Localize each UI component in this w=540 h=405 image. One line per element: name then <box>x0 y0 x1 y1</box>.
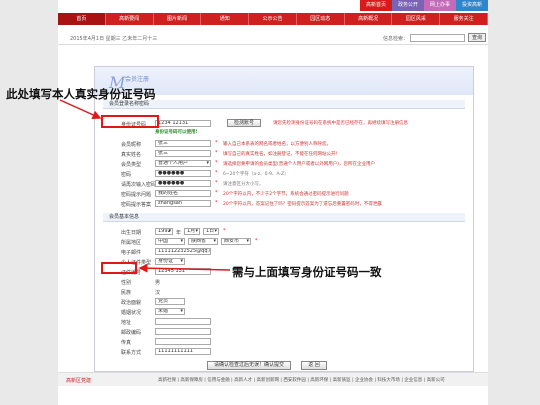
ethnicity-label: 民族 <box>121 290 132 296</box>
back-button[interactable]: 返 回 <box>301 361 327 370</box>
nav-item-news[interactable]: 高新要闻 <box>106 13 154 25</box>
political-label: 政治面貌 <box>121 300 142 306</box>
annotation-top: 此处填写本人真实身份证号码 <box>6 87 156 101</box>
email-input[interactable]: 111112232525@qq.com <box>155 248 211 255</box>
highlight-id-number-label <box>101 115 159 128</box>
email-label: 电子邮件 <box>121 250 142 256</box>
marriage-select[interactable]: 未婚 <box>155 308 185 315</box>
current-date: 2015年4月1日 星期三 乙未年二月十三 <box>70 36 158 42</box>
nav-item-photo-news[interactable]: 图片新闻 <box>154 13 202 25</box>
real-name-label: 真实姓名 <box>121 152 142 158</box>
password-label: 密码 <box>121 172 132 178</box>
search-input[interactable] <box>410 34 465 42</box>
birth-day-select[interactable]: 1日 <box>203 228 219 235</box>
site-footer: 高新区党建 高新社保 | 高新保障房 | 信用与金融 | 高新人才 | 高新创新… <box>58 372 488 386</box>
secret-question-note: 20个字符以内，不少于2个字节，系统会通过密码提示进行问题 <box>223 192 349 197</box>
nickname-note: 输入自己本系表的网名或者姓名，以方便别人称呼您。 <box>223 142 331 147</box>
phone-label: 联系方式 <box>121 350 142 356</box>
secret-answer-note: 20个字符以内，答案记住了吗？密码提示答案为了遗忘后重置密码时，不得泄露 <box>223 202 382 207</box>
date-bar: 2015年4月1日 星期三 乙未年二月十三 信息检索： 查询 <box>58 31 488 45</box>
phone-input[interactable]: 11111111111 <box>155 348 211 355</box>
region-city-select[interactable]: 西安市 <box>221 238 251 245</box>
toplink-invest[interactable]: 投资高新 <box>456 0 488 11</box>
member-type-note: 请选择您要申请的会员类型(普通个人用户或者以外网用户)，您所在企业用户 <box>223 162 376 167</box>
submit-button[interactable]: 请确认检查过后无误！确认提交 <box>207 361 291 370</box>
address-label: 地址 <box>121 320 132 326</box>
secret-question-input[interactable]: 我的姓名 <box>155 190 211 197</box>
toplink-online[interactable]: 网上办事 <box>424 0 456 11</box>
id-number-input[interactable]: 1234 12131 <box>155 120 211 127</box>
nav-item-park-news[interactable]: 园区动态 <box>297 13 345 25</box>
nickname-label: 会员昵称 <box>121 142 142 148</box>
real-name-note: 填写自己的真实姓名，如注册登记，不能在任何网站公开！ <box>223 152 340 157</box>
section-login-info: 会员登录名称密码 <box>103 100 465 109</box>
nickname-input[interactable]: 张三 <box>155 140 211 147</box>
check-account-button[interactable]: 检测账号 <box>227 119 261 127</box>
nav-item-service[interactable]: 服务关注 <box>440 13 489 25</box>
political-input[interactable]: 党员 <box>155 298 185 305</box>
toplink-home[interactable]: 高新首页 <box>360 0 392 11</box>
toplink-gov[interactable]: 政务公开 <box>392 0 424 11</box>
top-links: 高新首页 政务公开 网上办事 投资高新 <box>360 0 488 11</box>
region-label: 所属地区 <box>121 240 142 246</box>
gender-label: 性别 <box>121 280 132 286</box>
id-number-ok: 身份证号码可以使用! <box>155 130 198 135</box>
secret-answer-label: 密码提示答案 <box>121 202 152 208</box>
registration-panel: M 会员注册 会员登录名称密码 身份证号码 1234 12131 检测账号 请您… <box>94 66 474 372</box>
password-note: 6~20个字符（a-z、0-9、A-Z） <box>223 172 289 177</box>
footer-links[interactable]: 高新社保 | 高新保障房 | 信用与金融 | 高新人才 | 高新创新网 | 西安… <box>158 377 445 383</box>
id-type-select[interactable]: 身份证 <box>155 258 185 265</box>
highlight-id-number-2-label <box>101 262 137 274</box>
address-input[interactable] <box>155 318 211 325</box>
birth-month-select[interactable]: 1月 <box>184 228 200 235</box>
postcode-label: 邮政编码 <box>121 330 142 336</box>
id-number-note: 请您先检测身份证号码在系统中是否已经存在，再继续填写注册信息 <box>273 121 408 126</box>
main-nav: 首页 高新要闻 图片新闻 通知 公示公告 园区动态 高新概况 园区风采 服务关注 <box>58 13 489 25</box>
marriage-label: 婚姻状况 <box>121 310 142 316</box>
birth-year-unit: 年 <box>176 230 182 236</box>
annotation-bottom: 需与上面填写身份证号码一致 <box>232 265 382 279</box>
region-province-select[interactable]: 陕西省 <box>188 238 218 245</box>
birth-year-select[interactable]: 1992 <box>155 228 173 235</box>
gender-value[interactable]: 男 <box>155 279 160 286</box>
id-number-2-input[interactable]: 12345 131 <box>155 268 211 275</box>
birth-label: 出生日期 <box>121 230 142 236</box>
secret-answer-input[interactable]: zhangsan <box>155 200 211 207</box>
member-type-label: 会员类型 <box>121 162 142 168</box>
search-label: 信息检索： <box>383 36 409 42</box>
confirm-password-input[interactable]: ●●●●●● <box>155 180 211 187</box>
region-country-select[interactable]: 中国 <box>155 238 185 245</box>
fax-label: 传真 <box>121 340 132 346</box>
fax-input[interactable] <box>155 338 211 345</box>
member-type-select[interactable]: 普通个人用户 <box>155 160 211 167</box>
nav-item-park-scenery[interactable]: 园区风采 <box>392 13 441 25</box>
secret-question-label: 密码提示问题 <box>121 192 152 198</box>
search-button[interactable]: 查询 <box>468 33 486 42</box>
confirm-password-note: 请注意区分大小写。 <box>223 182 264 187</box>
nav-item-notice[interactable]: 通知 <box>201 13 250 25</box>
ethnicity-value[interactable]: 汉 <box>155 289 160 296</box>
nav-item-home[interactable]: 首页 <box>58 13 106 25</box>
real-name-input[interactable]: 张三 <box>155 150 211 157</box>
banner-title: 会员注册 <box>125 76 150 83</box>
postcode-input[interactable] <box>155 328 211 335</box>
nav-item-overview[interactable]: 高新概况 <box>345 13 393 25</box>
section-basic-info: 会员基本信息 <box>103 213 465 222</box>
confirm-password-label: 请再次输入密码 <box>121 182 157 188</box>
footer-logo[interactable]: 高新区党建 <box>66 377 91 384</box>
password-input[interactable]: ●●●●●● <box>155 170 211 177</box>
nav-item-announcements[interactable]: 公示公告 <box>249 13 297 25</box>
